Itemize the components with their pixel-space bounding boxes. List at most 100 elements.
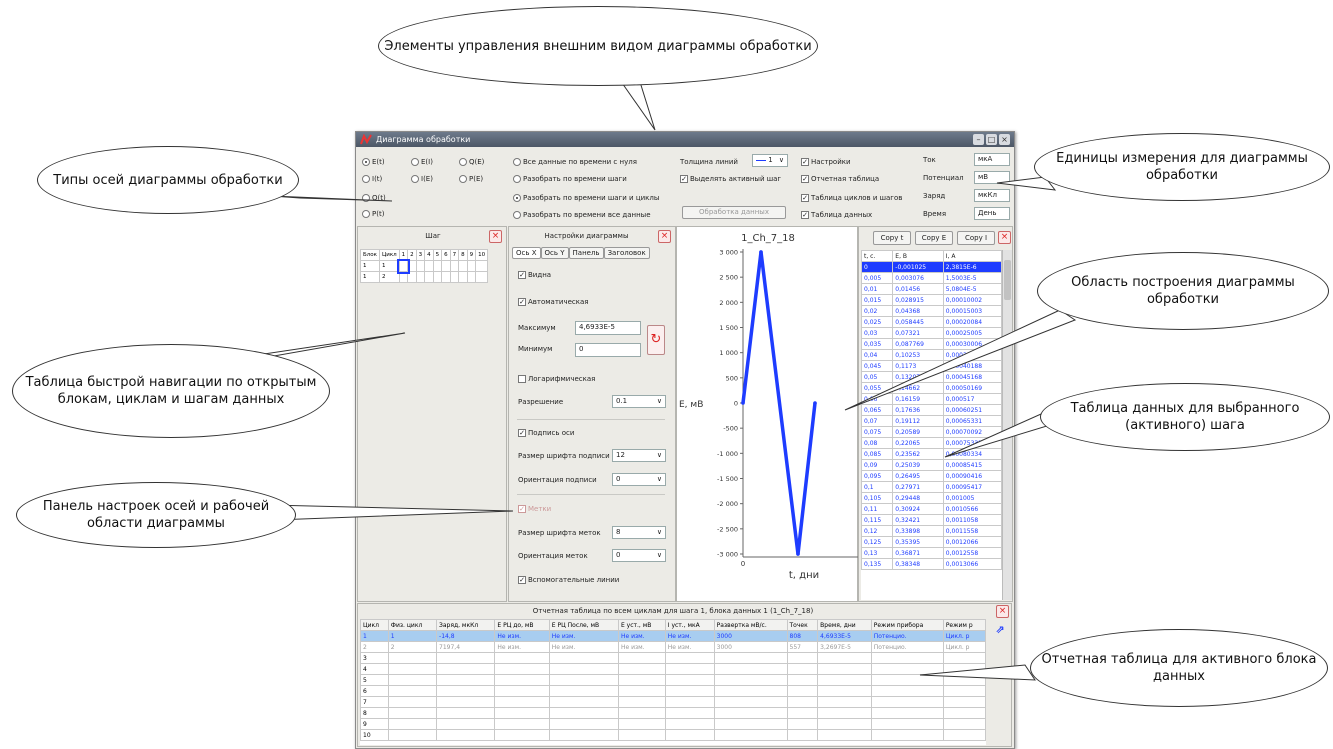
table-row[interactable]: 2 2 7197,4 Не изм. Не изм. Не изм. Не изм. 3000…: [360, 641, 986, 653]
table-row[interactable]: 0,015 0,028915 0,00010002: [861, 294, 1002, 306]
table-row[interactable]: 0,115 0,32421 0,0011058: [861, 514, 1002, 526]
table-row[interactable]: 0,055 0,14662 0,00050169: [861, 382, 1002, 394]
minimize-icon[interactable]: –: [973, 134, 984, 145]
table-row[interactable]: 0,12 0,33898 0,0011558: [861, 525, 1002, 537]
table-row[interactable]: 0,005 0,003076 1,5003E-5: [861, 272, 1002, 284]
split-radio-steps-cycles[interactable]: Разобрать по времени шаги и циклы: [513, 194, 659, 202]
axis-radio-q-e[interactable]: Q(E): [459, 158, 484, 166]
caption-font-select[interactable]: 12: [612, 449, 666, 462]
table-row[interactable]: 0,105 0,29448 0,001005: [861, 492, 1002, 504]
table-row[interactable]: 0,01 0,01456 5,0804E-5: [861, 283, 1002, 295]
table-row[interactable]: 8: [360, 707, 986, 719]
toggle-report-table-checkbox[interactable]: ✓ Отчетная таблица: [801, 175, 879, 183]
line-width-select[interactable]: 1: [752, 154, 788, 167]
table-row[interactable]: 0,125 0,35395 0,0012066: [861, 536, 1002, 548]
table-row[interactable]: 0,035 0,087769 0,00030006: [861, 338, 1002, 350]
table-row[interactable]: 12: [360, 271, 489, 283]
toggle-settings-checkbox[interactable]: ✓ Настройки: [801, 158, 851, 166]
table-row[interactable]: 0 -0,001025 2,3815E-6: [861, 261, 1002, 273]
split-radio-all-from-zero[interactable]: Все данные по времени с нуля: [513, 158, 637, 166]
report-viewport[interactable]: Цикл Физ. цикл Заряд, мкКл E РЦ до, мВ E РЦ …: [360, 619, 986, 745]
table-row[interactable]: 11: [360, 258, 489, 274]
marks-checkbox[interactable]: ✓ Метки: [518, 505, 551, 513]
scrollbar-thumb[interactable]: [1004, 260, 1011, 300]
export-icon[interactable]: ⇗: [992, 623, 1008, 637]
process-data-button[interactable]: Обработка данных: [682, 206, 786, 219]
table-row[interactable]: 0,075 0,20589 0,00070092: [861, 426, 1002, 438]
table-row[interactable]: 0,08 0,22065 0,00075333: [861, 437, 1002, 449]
table-row[interactable]: 0,11 0,30924 0,0010566: [861, 503, 1002, 515]
log-checkbox[interactable]: Логарифмическая: [518, 375, 595, 383]
chart-area[interactable]: 1_Ch_7_18 3 000 2 500 2 000 1 500 1 000 500 0 -5…: [676, 226, 858, 602]
auto-checkbox[interactable]: ✓ Автоматическая: [518, 298, 589, 306]
table-row[interactable]: 0,1 0,27971 0,00095417: [861, 481, 1002, 493]
table-row[interactable]: 0,13 0,36871 0,0012558: [861, 547, 1002, 559]
axis-caption-checkbox[interactable]: ✓ Подпись оси: [518, 429, 574, 437]
tab-axis-x[interactable]: Ось X: [512, 247, 541, 259]
table-row[interactable]: 0,135 0,38348 0,0013066: [861, 558, 1002, 570]
tab-panel[interactable]: Панель: [568, 247, 604, 259]
axis-radio-p-e[interactable]: P(E): [459, 175, 483, 183]
table-row[interactable]: 0,07 0,19112 0,00065331: [861, 415, 1002, 427]
reset-axis-icon[interactable]: ↻: [647, 325, 665, 355]
table-row[interactable]: 0,095 0,26495 0,00090416: [861, 470, 1002, 482]
marks-font-select[interactable]: 8: [612, 526, 666, 539]
table-row[interactable]: 1 1 -14,8 Не изм. Не изм. Не изм. Не изм. 3000 8…: [360, 630, 986, 642]
data-table[interactable]: t, с. E, В I, A 0 -0,001025 2,3815E-6 0,005 0,…: [861, 250, 1002, 570]
min-field[interactable]: 0: [575, 343, 641, 357]
toggle-data-table-checkbox[interactable]: ✓ Таблица данных: [801, 211, 872, 219]
close-icon[interactable]: ×: [999, 134, 1010, 145]
unit-current-field[interactable]: мкА: [974, 153, 1010, 166]
data-table-scrollbar[interactable]: [1002, 250, 1012, 600]
table-row[interactable]: 0,03 0,07321 0,00025005: [861, 327, 1002, 339]
unit-charge-field[interactable]: мкКл: [974, 189, 1010, 202]
split-radio-all-data[interactable]: Разобрать по времени все данные: [513, 211, 651, 219]
tab-axis-y[interactable]: Ось Y: [540, 247, 569, 259]
split-radio-steps[interactable]: Разобрать по времени шаги: [513, 175, 627, 183]
axis-radio-i-t[interactable]: I(t): [362, 175, 382, 183]
caption-orient-select[interactable]: 0: [612, 473, 666, 486]
step-navigation-table[interactable]: Блок Цикл 1 2 3 4 5 6 7 8 9 10 11 12: [360, 249, 489, 283]
table-row[interactable]: 5: [360, 674, 986, 686]
table-row[interactable]: 0,045 0,1173 0,00040188: [861, 360, 1002, 372]
table-row[interactable]: 4: [360, 663, 986, 675]
data-table-close-button[interactable]: ×: [998, 231, 1011, 244]
tab-header[interactable]: Заголовок: [603, 247, 650, 259]
step-panel-close-button[interactable]: ×: [489, 230, 502, 243]
axis-radio-e-i[interactable]: E(I): [411, 158, 433, 166]
report-table[interactable]: Цикл Физ. цикл Заряд, мкКл E РЦ до, мВ E РЦ …: [360, 619, 986, 741]
table-row[interactable]: 0,025 0,058445 0,00020084: [861, 316, 1002, 328]
maximize-icon[interactable]: □: [986, 134, 997, 145]
report-close-button[interactable]: ×: [996, 605, 1009, 618]
title-bar[interactable]: Диаграмма обработки – □ ×: [356, 132, 1014, 147]
table-row[interactable]: 0,085 0,23562 0,00080334: [861, 448, 1002, 460]
unit-time-field[interactable]: День: [974, 207, 1010, 220]
resolution-select[interactable]: 0.1: [612, 395, 666, 408]
axis-radio-q-t[interactable]: Q(t): [362, 194, 386, 202]
table-row[interactable]: 9: [360, 718, 986, 730]
table-row[interactable]: 6: [360, 685, 986, 697]
data-table-viewport[interactable]: t, с. E, В I, A 0 -0,001025 2,3815E-6 0,005 0,…: [861, 250, 1002, 600]
copy-i-button[interactable]: Copy I: [957, 231, 995, 245]
table-row[interactable]: 0,02 0,04368 0,00015003: [861, 305, 1002, 317]
toggle-cycles-steps-checkbox[interactable]: ✓ Таблица циклов и шагов: [801, 194, 902, 202]
copy-t-button[interactable]: Copy t: [873, 231, 911, 245]
table-row[interactable]: 0,05 0,13207 0,00045168: [861, 371, 1002, 383]
table-row[interactable]: 0,06 0,16159 0,000517: [861, 393, 1002, 405]
max-field[interactable]: 4,6933E-5: [575, 321, 641, 335]
unit-potential-field[interactable]: мВ: [974, 171, 1010, 184]
settings-panel-close-button[interactable]: ×: [658, 230, 671, 243]
gridlines-checkbox[interactable]: ✓ Вспомогательные линии: [518, 576, 619, 584]
table-row[interactable]: 0,065 0,17636 0,00060251: [861, 404, 1002, 416]
axis-radio-p-t[interactable]: P(t): [362, 210, 384, 218]
highlight-active-step-checkbox[interactable]: ✓ Выделять активный шаг: [680, 175, 781, 183]
table-row[interactable]: 0,04 0,10253 0,00035007: [861, 349, 1002, 361]
marks-orient-select[interactable]: 0: [612, 549, 666, 562]
visible-checkbox[interactable]: ✓ Видна: [518, 271, 551, 279]
active-step-cell[interactable]: [397, 258, 410, 274]
table-row[interactable]: 10: [360, 729, 986, 741]
table-row[interactable]: 7: [360, 696, 986, 708]
table-row[interactable]: 0,09 0,25039 0,00085415: [861, 459, 1002, 471]
axis-radio-i-e[interactable]: I(E): [411, 175, 433, 183]
table-row[interactable]: 3: [360, 652, 986, 664]
